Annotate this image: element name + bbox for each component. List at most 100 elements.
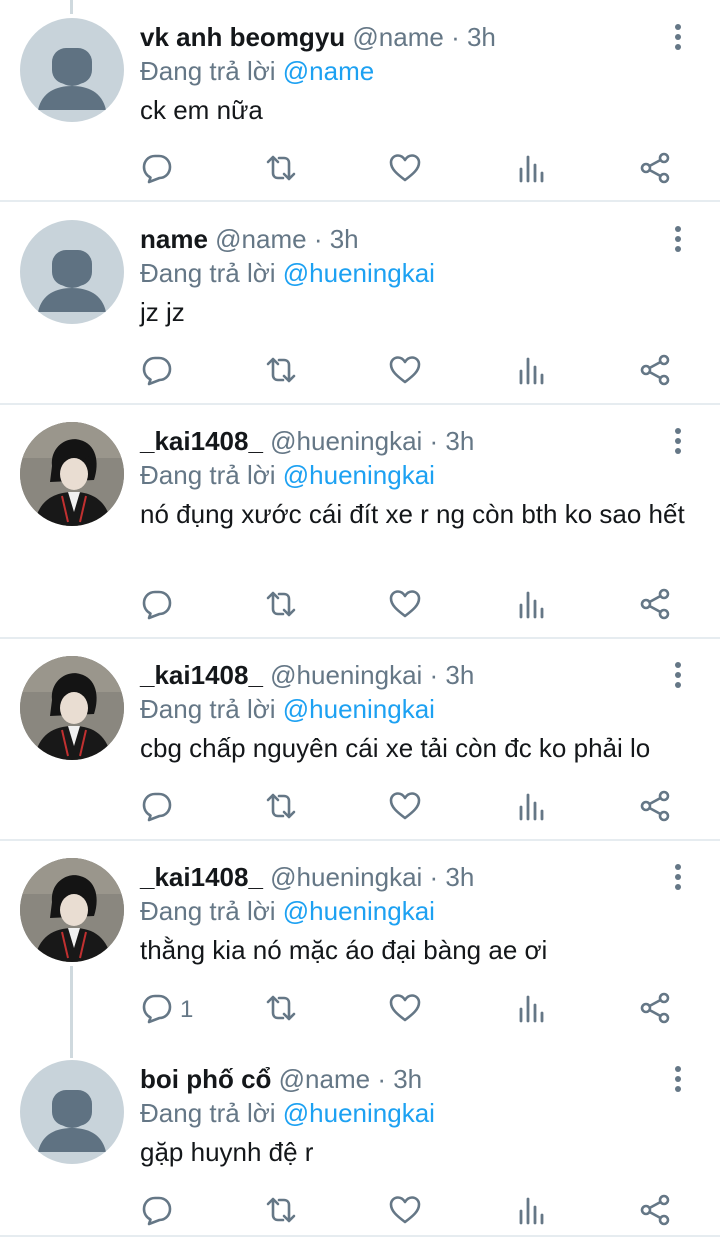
share-button[interactable] — [638, 352, 672, 392]
tweet[interactable]: vk anh beomgyu @name · 3h Đang trả lời @n… — [0, 0, 720, 200]
share-button[interactable] — [638, 586, 672, 626]
avatar[interactable] — [20, 220, 124, 324]
user-handle[interactable]: @name — [352, 22, 443, 52]
like-button[interactable] — [388, 586, 422, 626]
avatar[interactable] — [20, 422, 124, 526]
timestamp[interactable]: · 3h — [430, 862, 475, 892]
tweet[interactable]: boi phố cổ @name · 3h Đang trả lời @hueni… — [0, 1042, 720, 1242]
user-handle[interactable]: @hueningkai — [270, 862, 422, 892]
tweet-header: _kai1408_ @hueningkai · 3h — [140, 860, 474, 894]
share-button[interactable] — [638, 1192, 672, 1232]
stats-button[interactable] — [514, 352, 548, 392]
retweet-button[interactable] — [264, 990, 298, 1030]
timestamp[interactable]: · 3h — [377, 1064, 422, 1094]
avatar[interactable] — [20, 18, 124, 122]
avatar[interactable] — [20, 1060, 124, 1164]
timestamp[interactable]: · 3h — [430, 660, 475, 690]
share-button[interactable] — [638, 990, 672, 1030]
timestamp[interactable]: · 3h — [314, 224, 359, 254]
display-name[interactable]: boi phố cổ — [140, 1064, 271, 1094]
replying-to: Đang trả lời @hueningkai — [140, 1096, 435, 1130]
tweet-actions: 1 — [0, 990, 720, 1030]
retweet-button[interactable] — [264, 150, 298, 190]
user-handle[interactable]: @hueningkai — [270, 660, 422, 690]
reply-icon — [140, 151, 174, 190]
tweet-header: _kai1408_ @hueningkai · 3h — [140, 424, 474, 458]
replying-to-mention[interactable]: @name — [283, 56, 374, 86]
display-name[interactable]: _kai1408_ — [140, 862, 263, 892]
avatar[interactable] — [20, 858, 124, 962]
more-vertical-icon[interactable] — [666, 426, 690, 456]
reply-icon — [140, 991, 174, 1030]
retweet-button[interactable] — [264, 586, 298, 626]
tweet-header: _kai1408_ @hueningkai · 3h — [140, 658, 474, 692]
share-icon — [638, 1193, 672, 1232]
tweet[interactable]: _kai1408_ @hueningkai · 3h Đang trả lời @… — [0, 404, 720, 636]
stats-button[interactable] — [514, 990, 548, 1030]
stats-button[interactable] — [514, 150, 548, 190]
tweet-header: name @name · 3h — [140, 222, 359, 256]
share-button[interactable] — [638, 788, 672, 828]
replying-to-mention[interactable]: @hueningkai — [283, 694, 435, 724]
user-handle[interactable]: @name — [279, 1064, 370, 1094]
display-name[interactable]: vk anh beomgyu — [140, 22, 345, 52]
stats-icon — [514, 1193, 548, 1232]
share-icon — [638, 991, 672, 1030]
stats-button[interactable] — [514, 788, 548, 828]
more-vertical-icon[interactable] — [666, 660, 690, 690]
replying-to: Đang trả lời @hueningkai — [140, 256, 435, 290]
share-icon — [638, 789, 672, 828]
more-vertical-icon[interactable] — [666, 224, 690, 254]
replying-prefix: Đang trả lời — [140, 258, 283, 288]
reply-button[interactable] — [140, 150, 180, 190]
retweet-icon — [264, 1193, 298, 1232]
reply-button[interactable] — [140, 1192, 180, 1232]
avatar[interactable] — [20, 656, 124, 760]
stats-button[interactable] — [514, 586, 548, 626]
tweet-actions — [0, 788, 720, 828]
display-name[interactable]: _kai1408_ — [140, 426, 263, 456]
replying-to-mention[interactable]: @hueningkai — [283, 1098, 435, 1128]
display-name[interactable]: _kai1408_ — [140, 660, 263, 690]
reply-button[interactable]: 1 — [140, 990, 193, 1030]
timestamp[interactable]: · 3h — [451, 22, 496, 52]
retweet-button[interactable] — [264, 1192, 298, 1232]
share-button[interactable] — [638, 150, 672, 190]
retweet-icon — [264, 353, 298, 392]
retweet-button[interactable] — [264, 788, 298, 828]
replying-to: Đang trả lời @hueningkai — [140, 894, 435, 928]
replying-to-mention[interactable]: @hueningkai — [283, 460, 435, 490]
more-vertical-icon[interactable] — [666, 22, 690, 52]
like-button[interactable] — [388, 150, 422, 190]
stats-button[interactable] — [514, 1192, 548, 1232]
tweet[interactable]: _kai1408_ @hueningkai · 3h Đang trả lời @… — [0, 638, 720, 838]
replying-prefix: Đang trả lời — [140, 896, 283, 926]
tweet-header: boi phố cổ @name · 3h — [140, 1062, 422, 1096]
like-button[interactable] — [388, 1192, 422, 1232]
reply-icon — [140, 789, 174, 828]
like-button[interactable] — [388, 352, 422, 392]
share-icon — [638, 353, 672, 392]
like-button[interactable] — [388, 990, 422, 1030]
more-vertical-icon[interactable] — [666, 862, 690, 892]
replying-to-mention[interactable]: @hueningkai — [283, 258, 435, 288]
replying-to-mention[interactable]: @hueningkai — [283, 896, 435, 926]
user-handle[interactable]: @hueningkai — [270, 426, 422, 456]
retweet-icon — [264, 789, 298, 828]
display-name[interactable]: name — [140, 224, 208, 254]
reply-button[interactable] — [140, 788, 180, 828]
more-vertical-icon[interactable] — [666, 1064, 690, 1094]
retweet-button[interactable] — [264, 352, 298, 392]
like-button[interactable] — [388, 788, 422, 828]
tweet[interactable]: _kai1408_ @hueningkai · 3h Đang trả lời @… — [0, 840, 720, 1040]
reply-button[interactable] — [140, 352, 180, 392]
tweet[interactable]: name @name · 3h Đang trả lời @hueningkai j… — [0, 202, 720, 402]
like-icon — [388, 789, 422, 828]
replying-to: Đang trả lời @name — [140, 54, 374, 88]
reply-button[interactable] — [140, 586, 180, 626]
reply-icon — [140, 1193, 174, 1232]
timestamp[interactable]: · 3h — [430, 426, 475, 456]
stats-icon — [514, 353, 548, 392]
user-handle[interactable]: @name — [215, 224, 306, 254]
replying-to: Đang trả lời @hueningkai — [140, 692, 435, 726]
